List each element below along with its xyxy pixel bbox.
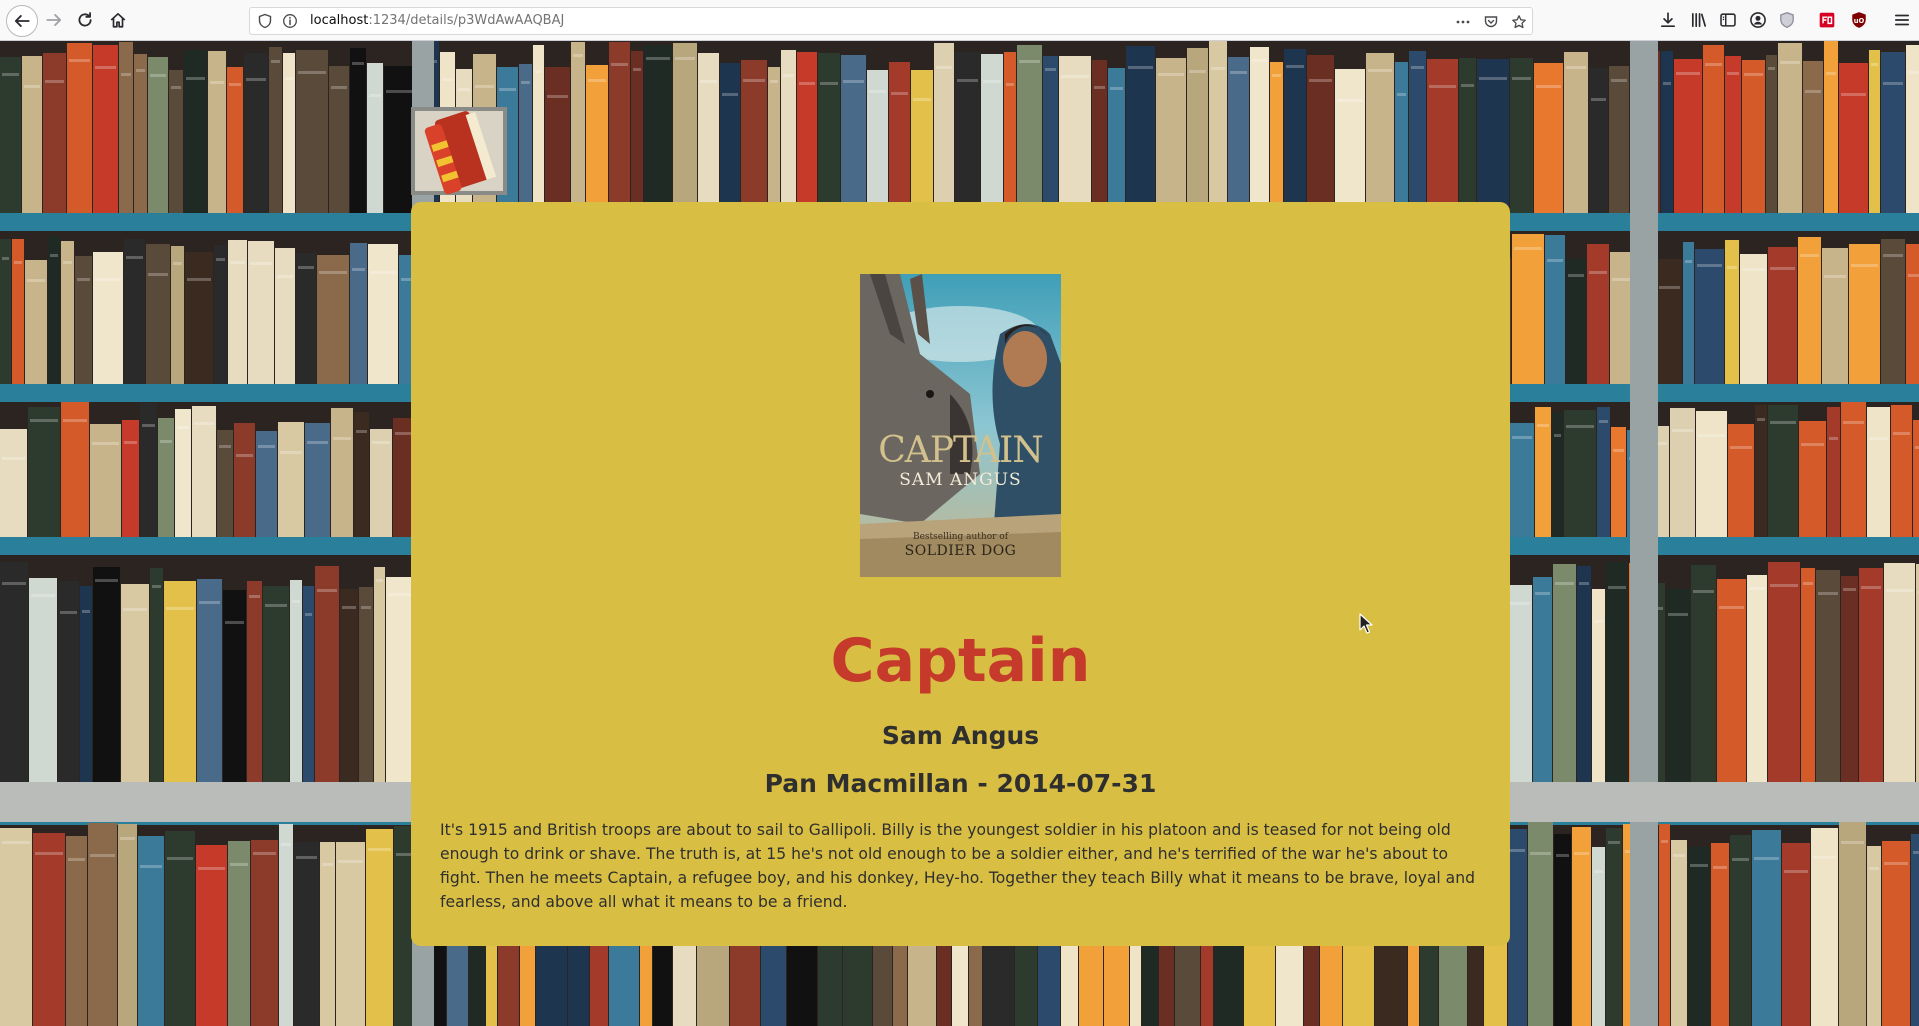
sidebar-icon[interactable] bbox=[1718, 10, 1738, 30]
library-icon[interactable] bbox=[1689, 10, 1709, 30]
svg-text:uO: uO bbox=[1854, 17, 1865, 25]
forward-arrow-icon bbox=[46, 14, 62, 26]
book-logo-icon[interactable] bbox=[411, 107, 507, 195]
account-icon[interactable] bbox=[1748, 10, 1768, 30]
info-icon[interactable] bbox=[282, 13, 298, 29]
page-viewport: CAPTAIN SAM ANGUS Bestselling author of … bbox=[0, 41, 1919, 1026]
cover-author: SAM ANGUS bbox=[899, 470, 1022, 490]
home-button[interactable] bbox=[104, 6, 132, 34]
url-path: :1234/details/p3WdAwAAQBAJ bbox=[368, 13, 565, 28]
forward-button[interactable] bbox=[40, 6, 68, 34]
url-host: localhost bbox=[310, 13, 369, 28]
menu-icon[interactable] bbox=[1892, 10, 1912, 30]
extension-icon[interactable] bbox=[1817, 10, 1837, 30]
url-text[interactable]: localhost:1234/details/p3WdAwAAQBAJ bbox=[310, 13, 564, 28]
cover-title: CAPTAIN bbox=[878, 430, 1044, 471]
download-icon[interactable] bbox=[1658, 10, 1678, 30]
book-title: Captain bbox=[830, 626, 1091, 696]
bookmark-star-icon[interactable] bbox=[1509, 12, 1529, 32]
book-author: Sam Angus bbox=[881, 721, 1040, 750]
book-description: It's 1915 and British troops are about t… bbox=[440, 821, 1475, 911]
pocket-icon[interactable] bbox=[1481, 12, 1501, 32]
shield-icon[interactable] bbox=[257, 13, 273, 29]
home-icon bbox=[110, 12, 126, 28]
browser-toolbar: localhost:1234/details/p3WdAwAAQBAJ uO bbox=[0, 0, 1919, 41]
privacy-icon[interactable] bbox=[1777, 10, 1797, 30]
cover-other-title: SOLDIER DOG bbox=[904, 543, 1017, 559]
publisher-and-date: Pan Macmillan - 2014-07-31 bbox=[764, 769, 1157, 798]
url-bar[interactable]: localhost:1234/details/p3WdAwAAQBAJ bbox=[249, 7, 1533, 35]
reload-icon bbox=[78, 12, 92, 27]
more-icon[interactable] bbox=[1453, 12, 1473, 32]
book-details-card: CAPTAIN SAM ANGUS Bestselling author of … bbox=[411, 202, 1510, 946]
ublock-icon[interactable]: uO bbox=[1849, 10, 1869, 30]
mouse-cursor-icon bbox=[1359, 613, 1373, 634]
cover-tagline: Bestselling author of bbox=[912, 532, 1009, 542]
reload-button[interactable] bbox=[71, 6, 99, 34]
back-arrow-icon bbox=[14, 15, 30, 27]
back-button[interactable] bbox=[6, 5, 38, 37]
